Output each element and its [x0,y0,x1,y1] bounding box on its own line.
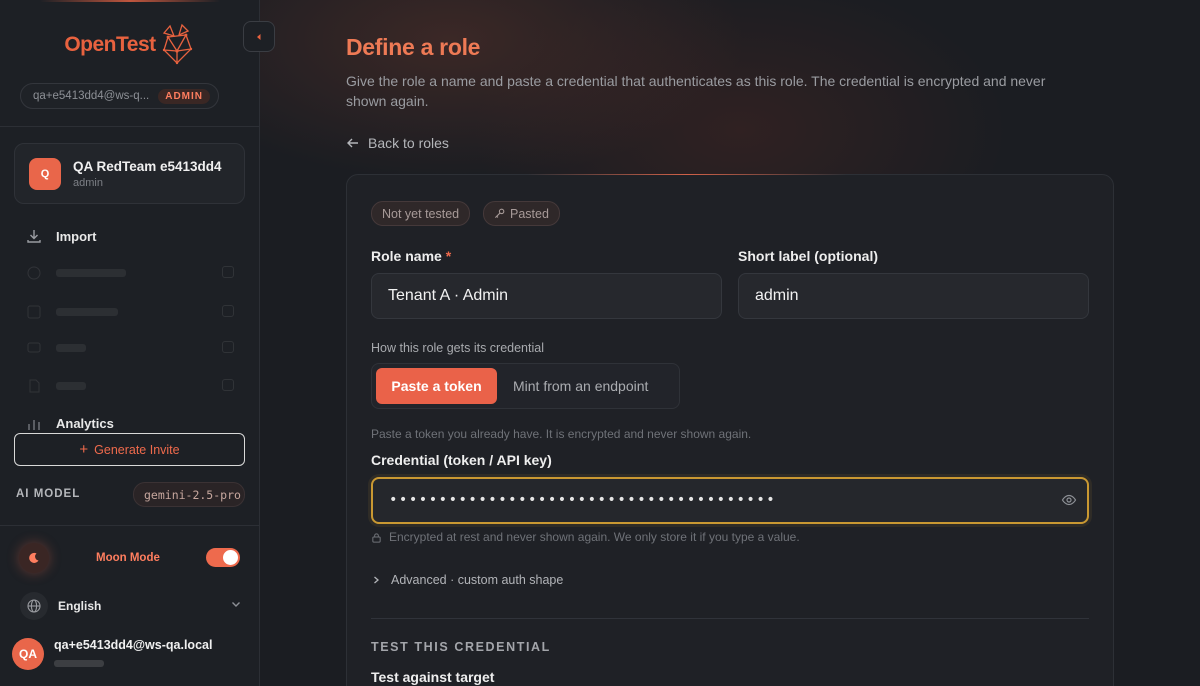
globe-icon [20,592,48,620]
page-title: Define a role [346,34,481,60]
sidebar-item-hidden-2[interactable] [26,304,234,320]
credential-label: Credential (token / API key) [371,452,552,468]
user-profile[interactable]: QA qa+e5413dd4@ws-qa.local [12,638,212,670]
back-label: Back to roles [368,135,449,151]
advanced-label: Advanced · custom auth shape [391,573,564,587]
brand-logo[interactable]: OpenTest [0,22,259,68]
sign-out-link[interactable] [54,658,212,670]
encryption-note-text: Encrypted at rest and never shown again.… [389,530,800,544]
key-icon [494,208,505,219]
account-switcher[interactable]: qa+e5413dd4@ws-q... ADMIN [20,83,219,109]
logo-text: OpenTest [64,33,156,56]
mint-endpoint-tab[interactable]: Mint from an endpoint [513,378,648,394]
short-label-label: Short label (optional) [738,248,878,264]
ai-model-select[interactable]: gemini-2.5-pro [133,482,245,507]
test-section-heading: TEST THIS CREDENTIAL [371,640,551,654]
short-label-input[interactable] [738,273,1089,319]
sidebar-item-hidden-1[interactable] [26,265,234,281]
credential-masked-value: ••••••••••••••••••••••••••••••••••••••• [389,492,777,508]
paste-token-tab[interactable]: Paste a token [376,368,497,404]
language-label: English [58,599,102,613]
sidebar-item-hidden-3[interactable] [26,340,234,356]
checklist-icon [26,304,42,320]
role-name-label: Role name * [371,248,451,264]
source-badge-label: Pasted [510,206,549,221]
test-target-label: Test against target [371,669,495,685]
workspace-name: QA RedTeam e5413dd4 [73,158,222,174]
language-select[interactable]: English [20,592,242,620]
collapse-sidebar-button[interactable] [243,21,275,52]
sidebar-divider [0,525,259,526]
globe-icon [26,265,42,281]
sidebar-divider [0,126,259,127]
sidebar-item-import[interactable]: Import [26,228,96,244]
sidebar-item-label: Import [56,228,97,244]
credential-method-label: How this role gets its credential [371,341,544,355]
chevron-left-icon [257,33,261,40]
moon-mode-label: Moon Mode [96,552,160,564]
lock-icon [372,532,381,543]
paste-hint: Paste a token you already have. It is en… [371,427,752,441]
download-icon [26,228,42,244]
generate-invite-label: Generate Invite [94,442,180,457]
page-subtitle: Give the role a name and paste a credent… [346,73,1046,109]
sidebar-item-label: Analytics [56,415,114,431]
workspace-role: admin [73,176,103,189]
eye-icon[interactable] [1061,492,1077,513]
admin-badge: ADMIN [158,88,210,104]
avatar: QA [12,638,44,670]
moon-mode-toggle[interactable] [206,548,240,567]
workspace-avatar: Q [29,157,61,190]
advanced-toggle[interactable]: Advanced · custom auth shape [371,573,563,587]
arrow-left-icon [347,138,358,148]
required-mark: * [445,248,452,264]
role-name-input[interactable] [371,273,722,319]
chevron-right-icon [374,576,379,584]
encryption-note: Encrypted at rest and never shown again.… [371,530,800,544]
credential-method-toggle: Paste a token Mint from an endpoint [371,363,680,409]
plus-icon: + [79,441,89,458]
account-email: qa+e5413dd4@ws-q... [33,90,150,102]
status-badge: Not yet tested [371,201,471,226]
moon-icon [19,543,49,573]
main-content: Define a role Give the role a name and p… [260,0,1200,686]
role-form-card: Not yet tested Pasted Role name * Short … [346,174,1114,686]
ai-model-label: AI MODEL [16,488,81,500]
status-badge-label: Not yet tested [382,206,460,221]
section-divider [371,618,1089,619]
sidebar-item-analytics[interactable]: Analytics [26,415,114,431]
back-to-roles-link[interactable]: Back to roles [346,135,449,151]
sidebar: OpenTest qa+e5413dd4@ws-q... ADMIN Q QA … [0,0,260,686]
role-name-label-text: Role name [371,248,442,264]
source-badge: Pasted [483,201,560,226]
document-icon [26,378,42,394]
bar-chart-icon [26,415,42,431]
credential-input[interactable]: ••••••••••••••••••••••••••••••••••••••• [371,477,1089,524]
sidebar-item-hidden-4[interactable] [26,378,234,394]
generate-invite-button[interactable]: + Generate Invite [14,433,245,466]
chevron-down-icon [230,597,242,615]
workspace-card[interactable]: Q QA RedTeam e5413dd4 admin [14,143,245,204]
fox-logo-icon [162,23,192,65]
chat-icon [26,340,42,356]
user-email: qa+e5413dd4@ws-qa.local [54,638,213,652]
